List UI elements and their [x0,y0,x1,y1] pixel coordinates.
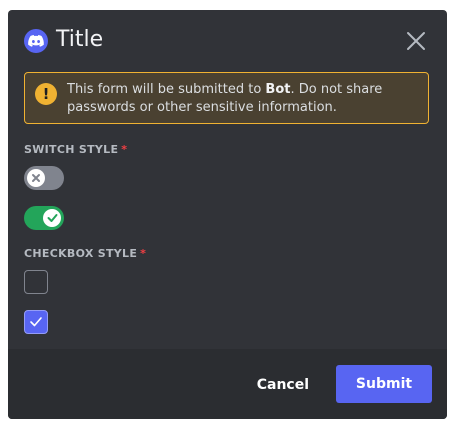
check-icon [30,317,42,327]
checkbox-style-label: CHECKBOX STYLE * [24,247,146,260]
x-icon [32,174,40,182]
switch-knob [43,209,61,227]
warning-banner: ! This form will be submitted to Bot. Do… [24,72,429,124]
warning-text-before: This form will be submitted to [67,82,266,97]
switch-knob [27,169,45,187]
required-marker: * [140,247,147,260]
checkbox-style-label-text: CHECKBOX STYLE [24,247,138,260]
switch-style-label: SWITCH STYLE * [24,143,127,156]
submit-button[interactable]: Submit [336,365,432,403]
warning-text: This form will be submitted to Bot. Do n… [67,81,420,117]
warning-icon: ! [35,83,57,105]
modal-header: Title [8,10,447,70]
required-marker: * [121,143,128,156]
modal-title: Title [56,27,104,52]
warning-bot-name: Bot [265,82,291,97]
close-icon[interactable] [405,30,427,52]
checkbox-unchecked[interactable] [24,270,48,294]
discord-icon [24,29,48,53]
checkbox-checked[interactable] [24,310,48,334]
switch-toggle-off[interactable] [24,166,64,190]
check-icon [47,214,57,222]
switch-toggle-on[interactable] [24,206,64,230]
modal-dialog: Title ! This form will be submitted to B… [8,10,447,419]
modal-footer: Cancel Submit [8,349,447,419]
switch-style-label-text: SWITCH STYLE [24,143,119,156]
cancel-button[interactable]: Cancel [257,366,309,404]
